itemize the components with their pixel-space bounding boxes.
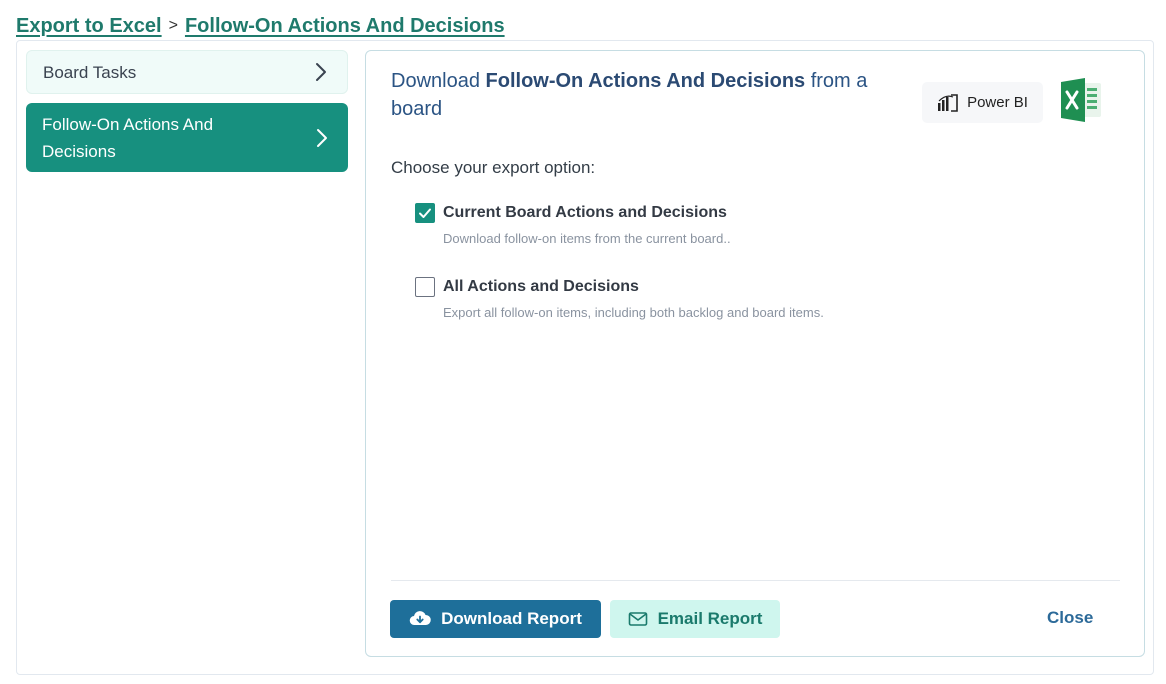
breadcrumb-export-to-excel[interactable]: Export to Excel <box>16 15 162 38</box>
cloud-download-icon <box>409 611 431 626</box>
email-report-button[interactable]: Email Report <box>610 600 780 638</box>
powerbi-button[interactable]: Power BI <box>922 82 1043 123</box>
email-report-label: Email Report <box>657 609 763 628</box>
export-panel: Download Follow-On Actions And Decisions… <box>365 50 1145 657</box>
all-actions-checkbox[interactable] <box>415 277 435 297</box>
option-description: Download follow-on items from the curren… <box>443 231 731 246</box>
envelope-icon <box>628 612 647 626</box>
breadcrumb-separator: > <box>168 17 178 34</box>
breadcrumb-current-page[interactable]: Follow-On Actions And Decisions <box>185 15 505 38</box>
download-report-button[interactable]: Download Report <box>390 600 601 638</box>
option-current-board: Current Board Actions and Decisions Down… <box>415 203 731 246</box>
chevron-right-icon <box>317 128 327 147</box>
checkmark-icon <box>419 208 431 218</box>
export-option-prompt: Choose your export option: <box>391 158 596 177</box>
download-report-label: Download Report <box>441 609 582 628</box>
sidebar-item-label: Board Tasks <box>43 62 137 82</box>
option-label[interactable]: Current Board Actions and Decisions <box>443 204 727 222</box>
chevron-right-icon <box>316 63 326 81</box>
sidebar-item-follow-on-actions[interactable]: Follow-On Actions And Decisions <box>26 103 348 172</box>
breadcrumb: Export to Excel > Follow-On Actions And … <box>16 13 505 39</box>
current-board-checkbox[interactable] <box>415 203 435 223</box>
sidebar-item-label: Follow-On Actions And Decisions <box>42 114 214 161</box>
option-label[interactable]: All Actions and Decisions <box>443 278 639 296</box>
panel-title-entity: Follow-On Actions And Decisions <box>485 70 806 92</box>
powerbi-icon <box>938 93 958 112</box>
footer-divider <box>391 580 1120 581</box>
close-button[interactable]: Close <box>1047 608 1093 628</box>
powerbi-label: Power BI <box>967 94 1028 111</box>
option-description: Export all follow-on items, including bo… <box>443 305 824 320</box>
sidebar-item-board-tasks[interactable]: Board Tasks <box>26 50 348 94</box>
panel-title: Download Follow-On Actions And Decisions… <box>391 67 911 123</box>
option-all-actions: All Actions and Decisions Export all fol… <box>415 277 824 320</box>
excel-icon[interactable] <box>1058 78 1104 122</box>
panel-title-prefix: Download <box>391 70 480 92</box>
